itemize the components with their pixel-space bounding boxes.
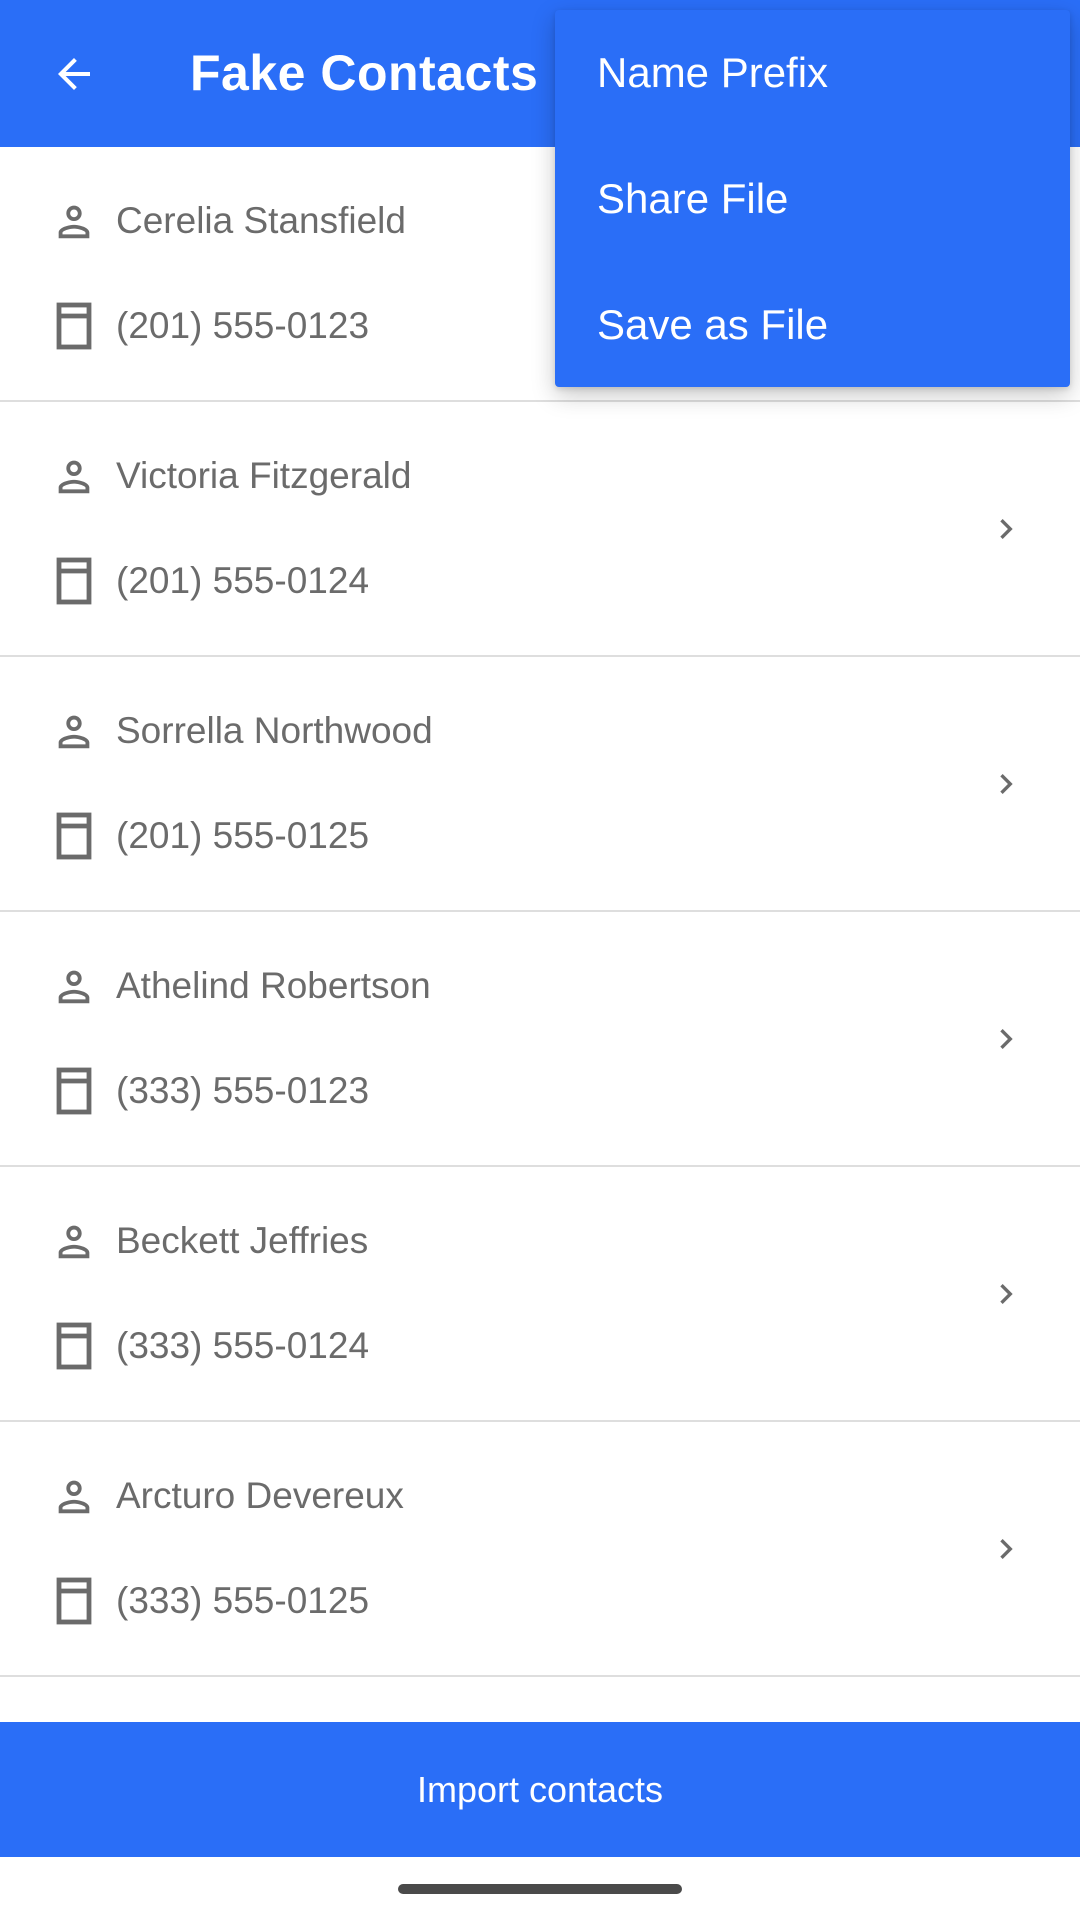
contact-phone: (201) 555-0125 <box>116 815 370 856</box>
phone-icon <box>50 810 98 862</box>
menu-item-share-file[interactable]: Share File <box>555 136 1070 262</box>
contact-name: Sorrella Northwood <box>116 710 433 751</box>
import-contacts-label: Import contacts <box>416 1768 664 1810</box>
contact-row[interactable]: Victoria Fitzgerald (201) 555-0124 <box>0 402 1080 657</box>
person-icon <box>50 450 98 502</box>
contact-row[interactable]: Athelind Robertson (333) 555-0123 <box>0 912 1080 1167</box>
person-icon <box>50 1470 98 1522</box>
contact-name: Victoria Fitzgerald <box>116 455 412 496</box>
home-indicator[interactable] <box>398 1884 682 1894</box>
phone-icon <box>50 1065 98 1117</box>
import-contacts-button[interactable]: Import contacts <box>0 1722 1080 1857</box>
contact-name: Cerelia Stansfield <box>116 200 406 241</box>
menu-item-save-as-file[interactable]: Save as File <box>555 262 1070 388</box>
person-icon <box>50 1215 98 1267</box>
page-title: Fake Contacts <box>190 45 539 101</box>
phone-icon <box>50 1575 98 1627</box>
contact-row[interactable]: Beckett Jeffries (333) 555-0124 <box>0 1167 1080 1422</box>
phone-icon <box>50 300 98 352</box>
contact-name: Athelind Robertson <box>116 965 431 1006</box>
contact-phone: (201) 555-0123 <box>116 305 370 346</box>
contact-row[interactable]: Sorrella Northwood (201) 555-0125 <box>0 657 1080 912</box>
person-icon <box>50 705 98 757</box>
chevron-right-icon <box>986 502 1026 556</box>
overflow-menu: Name Prefix Share File Save as File <box>555 10 1070 387</box>
person-icon <box>50 195 98 247</box>
contact-name: Beckett Jeffries <box>116 1220 369 1261</box>
contact-name: Arcturo Devereux <box>116 1475 404 1516</box>
contact-phone: (201) 555-0124 <box>116 560 370 601</box>
chevron-right-icon <box>986 757 1026 811</box>
person-icon <box>50 960 98 1012</box>
chevron-right-icon <box>986 1012 1026 1066</box>
chevron-right-icon <box>986 1522 1026 1576</box>
chevron-right-icon <box>986 1267 1026 1321</box>
contact-row[interactable]: Arcturo Devereux (333) 555-0125 <box>0 1422 1080 1677</box>
menu-item-name-prefix[interactable]: Name Prefix <box>555 10 1070 136</box>
phone-icon <box>50 1320 98 1372</box>
contact-phone: (333) 555-0124 <box>116 1325 370 1366</box>
contact-phone: (333) 555-0123 <box>116 1070 370 1111</box>
phone-icon <box>50 555 98 607</box>
contact-phone: (333) 555-0125 <box>116 1580 370 1621</box>
arrow-left-icon <box>58 58 90 90</box>
back-button[interactable] <box>46 46 102 102</box>
